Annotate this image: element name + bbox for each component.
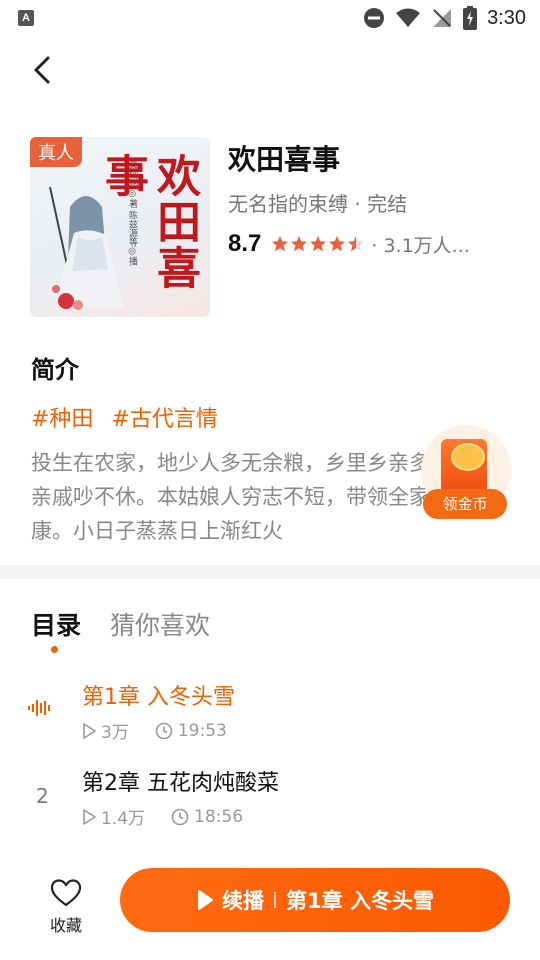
reader-count: · 3.1万人... <box>371 234 470 257</box>
status-icons: 3:30 <box>363 6 526 30</box>
continue-chapter: 第1章 入冬头雪 <box>286 889 434 913</box>
heart-icon <box>50 879 82 907</box>
gold-coin-icon <box>451 443 485 471</box>
now-playing-wave-icon <box>28 700 50 716</box>
chapter-title[interactable]: 第1章 入冬头雪 <box>82 679 235 711</box>
chapter-duration: 19:53 <box>177 720 227 741</box>
chevron-left-icon <box>34 56 50 84</box>
star-icon <box>348 236 365 252</box>
do-not-disturb-icon <box>364 8 385 28</box>
book-cover[interactable]: 真人 夏杨澜 ◎著 陈兹源等◎播 欢田喜事 <box>30 137 210 317</box>
continue-label: 续播 <box>222 889 265 913</box>
section-divider <box>0 565 540 579</box>
chapter-index: 2 <box>36 784 49 808</box>
play-count: 3万 <box>101 723 129 743</box>
play-count: 1.4万 <box>101 809 146 829</box>
claim-coins-label: 领金币 <box>423 489 507 519</box>
star-icon <box>291 236 308 252</box>
clock-icon <box>171 808 189 825</box>
play-icon <box>198 890 214 910</box>
tab-recommend[interactable]: 猜你喜欢 <box>110 606 210 642</box>
play-count-icon <box>83 808 96 825</box>
cover-illustration <box>49 186 124 310</box>
claim-coins-widget[interactable]: 领金币 <box>421 425 511 521</box>
wifi-icon <box>396 8 421 27</box>
cover-tag: 真人 <box>30 137 82 167</box>
chapter-duration: 18:56 <box>194 806 244 827</box>
notification-icon: A <box>18 10 34 26</box>
play-count-icon <box>83 722 96 739</box>
clock: 3:30 <box>487 6 526 29</box>
continue-play-button[interactable]: 续播 第1章 入冬头雪 <box>120 868 510 932</box>
tag-link[interactable]: #古代言情 <box>111 401 217 433</box>
chapter-meta: 3万 19:53 <box>82 718 247 743</box>
no-signal-icon <box>433 9 452 27</box>
favorite-button[interactable]: 收藏 <box>42 876 90 936</box>
rating-row: 8.7 · 3.1万人... <box>228 227 470 261</box>
book-title: 欢田喜事 <box>228 143 341 176</box>
rating-stars <box>271 235 365 253</box>
intro-heading: 简介 <box>31 356 79 384</box>
battery-charging-icon <box>463 6 478 30</box>
chapter-title[interactable]: 第2章 五花肉炖酸菜 <box>82 765 279 797</box>
tab-catalog[interactable]: 目录 <box>31 606 81 642</box>
star-icon <box>329 236 346 252</box>
back-button[interactable] <box>28 54 58 86</box>
tag-list: #种田 #古代言情 <box>31 401 218 433</box>
separator <box>274 892 277 908</box>
clock-icon <box>155 722 173 739</box>
status-bar: A 3:30 <box>0 0 540 36</box>
active-tab-indicator <box>51 646 58 653</box>
star-icon <box>272 236 289 252</box>
rating-score: 8.7 <box>228 230 262 257</box>
favorite-label: 收藏 <box>49 916 82 935</box>
book-author-status: 无名指的束缚 · 完结 <box>228 192 408 216</box>
tag-link[interactable]: #种田 <box>31 401 93 433</box>
chapter-meta: 1.4万 18:56 <box>82 804 263 829</box>
star-icon <box>310 236 327 252</box>
